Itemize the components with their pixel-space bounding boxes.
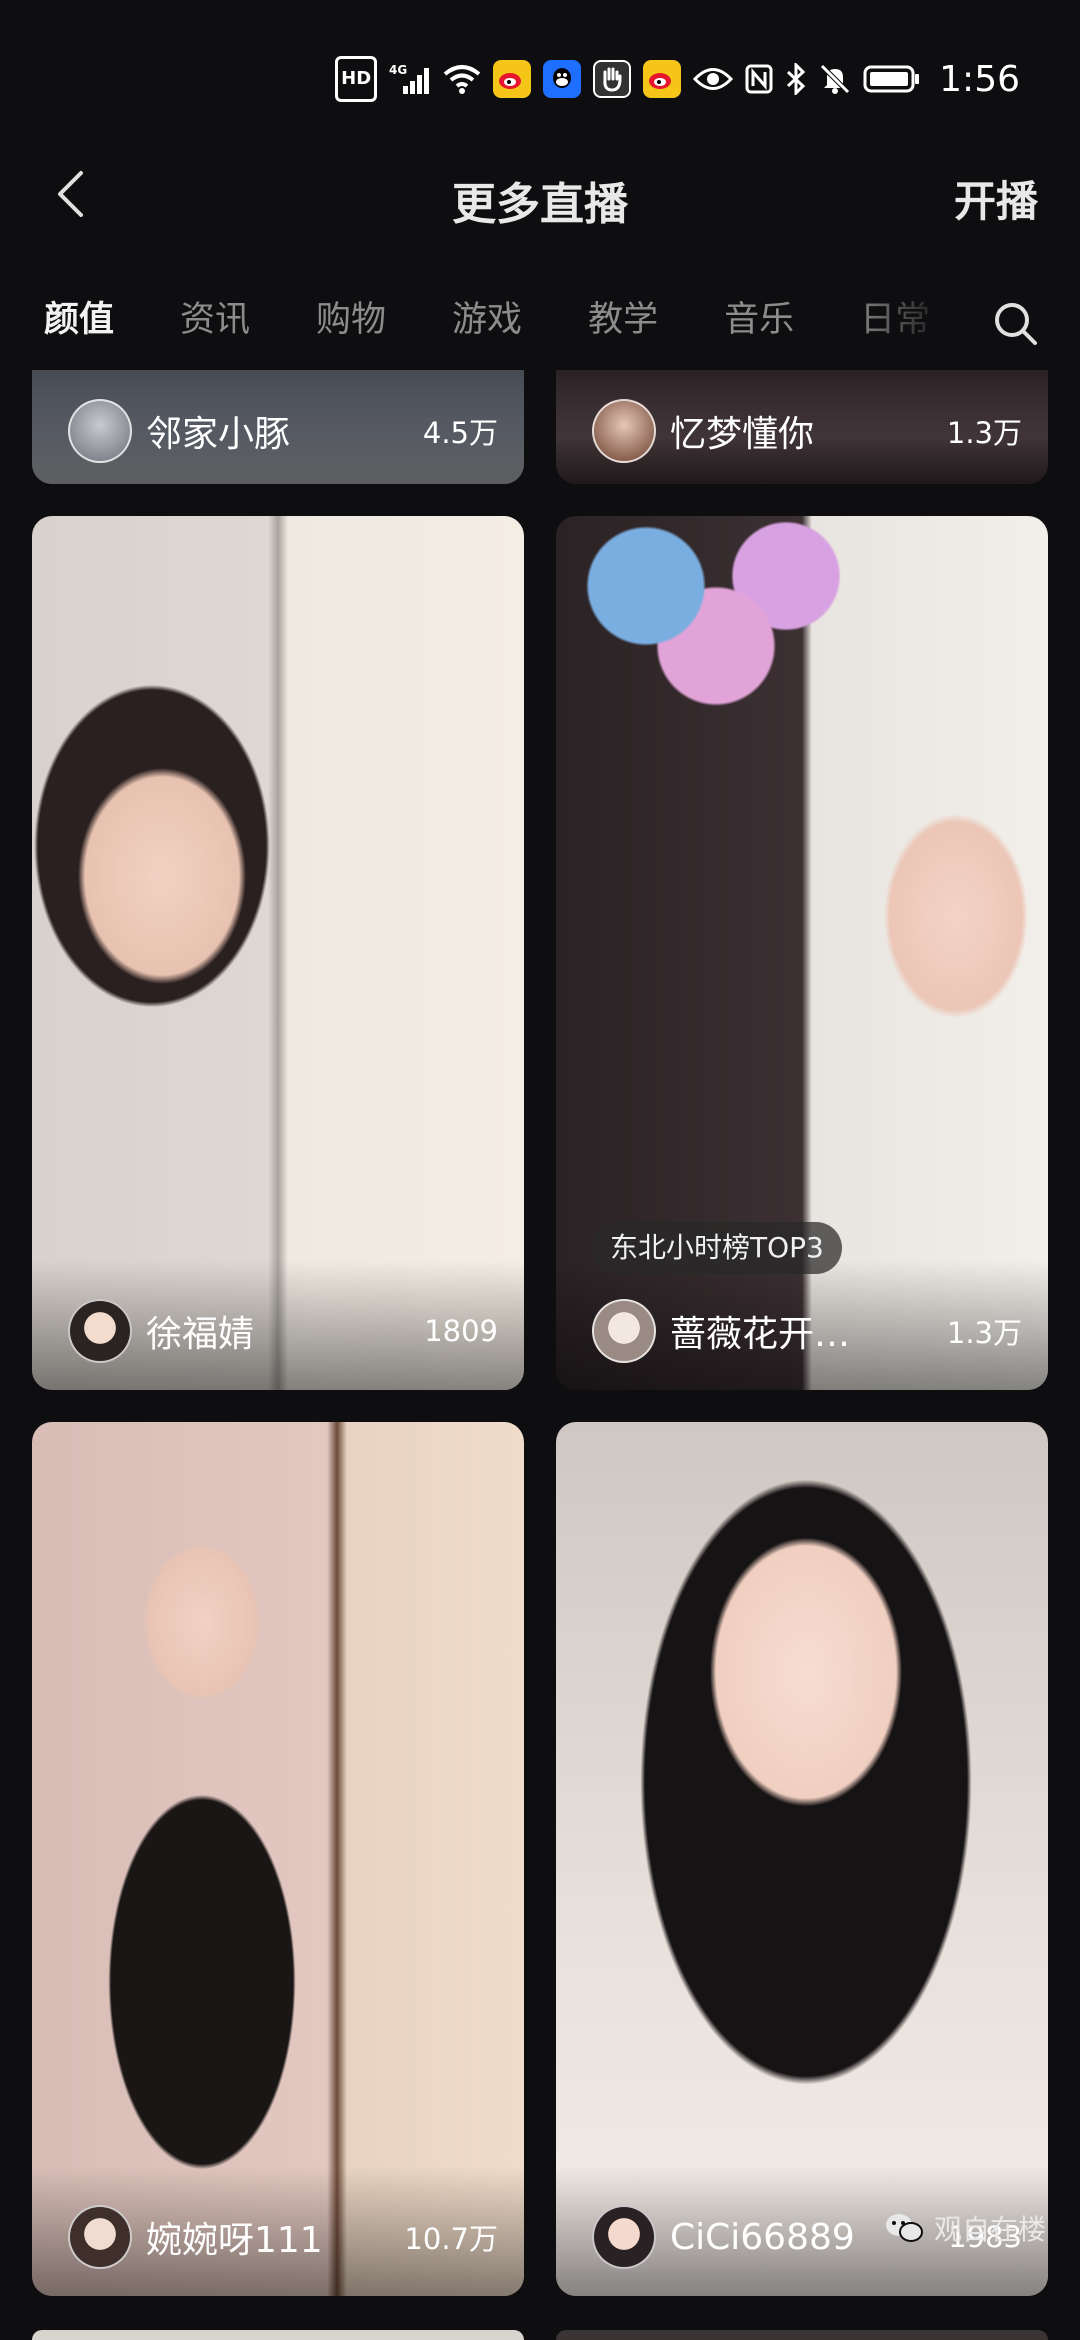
live-card[interactable]: 忆梦懂你 1.3万	[556, 370, 1048, 484]
streamer-name: 徐福婧	[146, 1314, 255, 1355]
wifi-icon	[443, 59, 481, 99]
avatar	[68, 1299, 132, 1363]
card-footer: 邻家小豚 4.5万	[68, 398, 498, 464]
watermark: 观自在楼	[884, 2208, 1046, 2248]
search-icon	[995, 303, 1037, 345]
hand-icon	[593, 60, 632, 98]
card-footer: 婉婉呀111 10.7万	[68, 2204, 498, 2270]
streamer-name: 蔷薇花开…	[670, 1314, 851, 1355]
next-card-peek	[556, 2330, 1048, 2340]
live-stream-screen: HD 4G 1:56 更多直播 开播 颜值 资讯 购物 游戏 教学 音乐 邻家小…	[0, 0, 1080, 2340]
tab-zixun[interactable]: 资讯	[180, 290, 250, 350]
live-card[interactable]: 东北小时榜TOP3 蔷薇花开… 1.3万	[556, 516, 1048, 1390]
status-time: 1:56	[939, 58, 1020, 100]
card-footer: 徐福婧 1809	[68, 1298, 498, 1364]
search-button[interactable]	[986, 294, 1046, 354]
tab-yanzhi[interactable]: 颜值	[44, 290, 114, 350]
avatar	[592, 2205, 656, 2269]
viewer-count: 10.7万	[404, 2222, 498, 2256]
tab-youxi[interactable]: 游戏	[452, 290, 522, 350]
tab-jiaoxue[interactable]: 教学	[588, 290, 658, 350]
stream-thumbnail	[556, 1422, 1048, 2296]
live-card[interactable]: 婉婉呀111 10.7万	[32, 1422, 524, 2296]
nav-bar: 更多直播 开播	[0, 150, 1080, 240]
viewer-count: 1.3万	[946, 416, 1022, 450]
status-icons: HD 4G 1:56	[335, 56, 1020, 102]
tabs-fade	[850, 290, 970, 360]
page-title: 更多直播	[452, 179, 628, 230]
category-tabs: 颜值资讯购物游戏教学音乐日常	[0, 290, 1080, 360]
avatar	[68, 2205, 132, 2269]
eye-icon	[693, 59, 734, 99]
wechat-icon	[885, 2214, 923, 2242]
card-footer: 蔷薇花开… 1.3万	[592, 1298, 1022, 1364]
weibo-icon	[493, 60, 532, 98]
qq-icon	[543, 60, 582, 98]
avatar	[68, 399, 132, 463]
tab-yinyue[interactable]: 音乐	[724, 290, 794, 350]
mute-bell-icon	[819, 59, 851, 99]
live-card[interactable]: 邻家小豚 4.5万	[32, 370, 524, 484]
live-card[interactable]: 徐福婧 1809	[32, 516, 524, 1390]
status-bar: HD 4G 1:56	[0, 0, 1080, 150]
tabs-row: 颜值资讯购物游戏教学音乐日常	[44, 290, 944, 360]
next-card-peek	[32, 2330, 524, 2340]
go-live-button[interactable]: 开播	[954, 168, 1038, 229]
stream-thumbnail	[32, 1422, 524, 2296]
live-card[interactable]: CiCi66889 1983	[556, 1422, 1048, 2296]
avatar	[592, 399, 656, 463]
nfc-icon	[745, 59, 773, 99]
signal-4g-icon: 4G	[389, 59, 431, 99]
viewer-count: 1.3万	[946, 1316, 1022, 1350]
viewer-count: 1809	[424, 1314, 498, 1348]
battery-icon	[863, 59, 921, 99]
card-footer: 忆梦懂你 1.3万	[592, 398, 1022, 464]
bluetooth-icon	[785, 59, 807, 99]
streamer-name: 忆梦懂你	[670, 414, 815, 455]
tab-gouwu[interactable]: 购物	[316, 290, 386, 350]
rank-badge[interactable]: 东北小时榜TOP3	[592, 1222, 842, 1274]
avatar	[592, 1299, 656, 1363]
streamer-name: 婉婉呀111	[146, 2220, 323, 2261]
streamer-name: 邻家小豚	[146, 414, 291, 455]
viewer-count: 4.5万	[422, 416, 498, 450]
watermark-text: 观自在楼	[933, 2213, 1046, 2246]
weibo-icon-2	[643, 60, 682, 98]
stream-thumbnail	[32, 516, 524, 1390]
hd-badge: HD	[335, 56, 378, 102]
svg-text:4G: 4G	[389, 63, 407, 77]
